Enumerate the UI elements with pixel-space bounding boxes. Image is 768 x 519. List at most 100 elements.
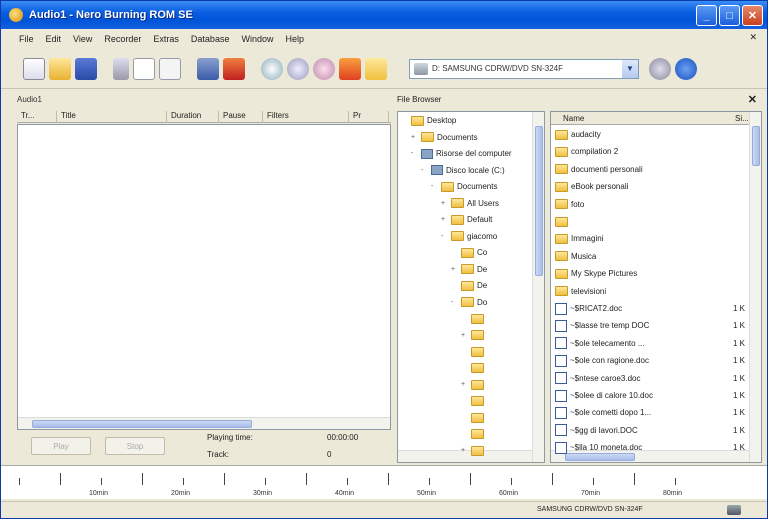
drive-icon[interactable] [649,57,671,80]
expander-icon[interactable]: - [421,167,428,174]
tree-item[interactable] [461,411,487,424]
compilation-info-icon[interactable] [197,57,219,80]
tree-item[interactable]: - Risorse del computer [411,147,512,160]
expander-icon[interactable]: + [461,447,468,454]
file-row[interactable]: televisioni [555,285,749,298]
new-icon[interactable] [23,57,45,80]
file-row[interactable]: ~$olee di calore 10.doc 1 K [555,389,749,402]
tree-item[interactable]: + [461,378,487,391]
maximize-button[interactable]: □ [719,5,740,26]
file-row[interactable]: foto [555,198,749,211]
play-button[interactable]: Play [31,437,91,455]
tree-item[interactable] [461,312,487,325]
file-list-scrollbar[interactable] [749,112,761,462]
file-row[interactable]: ~$RICAT2.doc 1 K [555,302,749,315]
expander-icon[interactable]: + [461,332,468,339]
expander-icon[interactable]: + [441,200,448,207]
tree-item[interactable]: - giacomo [441,230,497,243]
menu-help[interactable]: Help [285,34,304,44]
chevron-down-icon[interactable]: ▼ [622,59,638,78]
folder-tree[interactable]: Desktop + Documents - Risorse del computer - D… [397,111,545,463]
file-row[interactable] [555,215,749,228]
column-duration[interactable]: Duration [167,111,219,123]
file-row[interactable]: eBook personali [555,180,749,193]
expander-icon[interactable]: - [441,233,448,240]
minimize-button[interactable]: _ [696,5,717,26]
file-row[interactable]: documenti personali [555,163,749,176]
close-button[interactable]: ✕ [742,5,763,26]
nero-app-icon[interactable] [9,8,23,22]
file-row[interactable]: ~$ntese caroe3.doc 1 K [555,372,749,385]
menu-extras[interactable]: Extras [153,34,179,44]
title-bar[interactable]: Audio1 - Nero Burning ROM SE _ □ ✕ [1,1,767,29]
expander-icon[interactable]: - [431,183,438,190]
column-title[interactable]: Title [57,111,167,123]
column-name[interactable]: Name [563,114,584,123]
tree-item[interactable] [461,428,487,441]
file-row[interactable]: ~$ole con ragione.doc 1 K [555,354,749,367]
tree-item[interactable]: Desktop [401,114,456,127]
menu-file[interactable]: File [19,34,34,44]
column-filters[interactable]: Filters [263,111,349,123]
menu-recorder[interactable]: Recorder [104,34,141,44]
tree-item[interactable] [461,362,487,375]
expander-icon[interactable]: + [451,266,458,273]
info-icon[interactable] [675,57,697,80]
column-pause[interactable]: Pause [219,111,263,123]
media-icon[interactable] [339,57,361,80]
erase-icon[interactable] [313,57,335,80]
file-row[interactable]: ~$ole cometti dopo 1... 1 K [555,406,749,419]
file-row[interactable]: My Skype Pictures [555,267,749,280]
tree-item[interactable]: - Disco locale (C:) [421,164,505,177]
expander-icon[interactable]: + [411,134,418,141]
tree-item[interactable]: Co [451,246,487,259]
cut-icon[interactable] [113,57,129,80]
tree-item[interactable]: - Documents [431,180,497,193]
track-list-scrollbar[interactable] [18,417,390,429]
copy-disc-icon[interactable] [261,57,283,80]
open-icon[interactable] [49,57,71,80]
tree-item[interactable]: + [461,329,487,342]
stop-button[interactable]: Stop [105,437,165,455]
tree-item[interactable]: + Default [441,213,492,226]
tree-item[interactable] [461,345,487,358]
scrollbar-thumb[interactable] [565,453,635,461]
file-browser-close-icon[interactable]: ✕ [748,93,757,106]
file-row[interactable]: Musica [555,250,749,263]
menu-edit[interactable]: Edit [46,34,62,44]
folder-icon[interactable] [365,57,387,80]
save-icon[interactable] [75,57,97,80]
expander-icon[interactable]: - [451,299,458,306]
tree-item[interactable]: De [451,279,487,292]
tree-scrollbar[interactable] [532,112,544,462]
menu-close-icon[interactable]: ✕ [749,32,757,43]
scrollbar-thumb[interactable] [535,126,543,276]
burn-icon[interactable] [223,57,245,80]
track-list[interactable] [17,124,391,430]
tree-item[interactable]: + Documents [411,131,477,144]
file-list[interactable]: Name Si... audacity compilation 2 document… [550,111,762,463]
drive-select[interactable]: D: SAMSUNG CDRW/DVD SN-324F ▼ [409,58,639,79]
cd-info-icon[interactable] [287,57,309,80]
tree-item[interactable]: + [461,444,487,457]
file-row[interactable]: compilation 2 [555,145,749,158]
file-row[interactable]: ~$lla 10 moneta.doc 1 K [555,441,749,454]
tree-item[interactable]: + De [451,263,487,276]
column-pr[interactable]: Pr [349,111,389,123]
tree-item[interactable]: - Do [451,296,487,309]
file-row[interactable]: ~$gg di lavori.DOC 1 K [555,424,749,437]
menu-view[interactable]: View [73,34,92,44]
paste-icon[interactable] [159,57,181,80]
menu-database[interactable]: Database [191,34,230,44]
file-row[interactable]: ~$ole telecamento ... 1 K [555,337,749,350]
scrollbar-thumb[interactable] [32,420,252,428]
column-size[interactable]: Si... [735,114,749,123]
column-track[interactable]: Tr... [17,111,57,123]
file-row[interactable]: Immagini [555,232,749,245]
file-row[interactable]: audacity [555,128,749,141]
tree-item[interactable]: + All Users [441,197,499,210]
expander-icon[interactable]: + [461,381,468,388]
copy-icon[interactable] [133,57,155,80]
expander-icon[interactable]: - [411,150,418,157]
expander-icon[interactable]: + [441,216,448,223]
